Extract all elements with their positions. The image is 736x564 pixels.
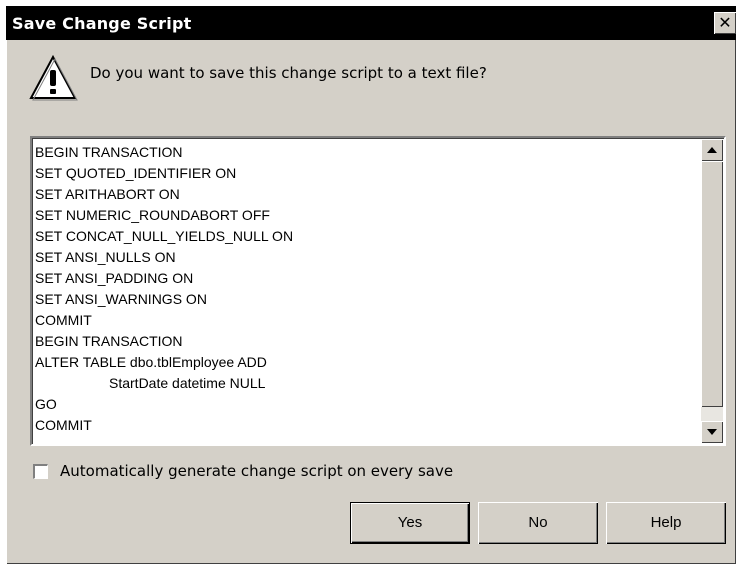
warning-icon [28,54,78,102]
script-line: COMMIT [35,417,92,433]
script-line: BEGIN TRANSACTION [35,333,183,349]
script-line: SET ANSI_WARNINGS ON [35,291,207,307]
scroll-up-button[interactable] [701,139,723,161]
script-line: BEGIN TRANSACTION [35,144,183,160]
no-button[interactable]: No [478,502,598,544]
script-line: StartDate datetime NULL [109,375,266,391]
auto-generate-checkbox[interactable] [33,464,48,479]
script-line: SET QUOTED_IDENTIFIER ON [35,165,237,181]
yes-button[interactable]: Yes [350,502,470,544]
script-line: SET ARITHABORT ON [35,186,180,202]
change-script-textbox[interactable]: BEGIN TRANSACTION SET QUOTED_IDENTIFIER … [30,136,726,446]
help-button[interactable]: Help [606,502,726,544]
question-text: Do you want to save this change script t… [90,64,487,82]
close-icon: ✕ [718,13,732,32]
script-line: SET ANSI_NULLS ON [35,249,176,265]
script-line: SET NUMERIC_ROUNDABORT OFF [35,207,270,223]
title-bar[interactable]: Save Change Script ✕ [6,6,736,40]
script-line: GO [35,396,57,412]
script-lines: BEGIN TRANSACTION SET QUOTED_IDENTIFIER … [35,142,700,440]
dialog-title: Save Change Script [12,14,192,33]
scroll-thumb[interactable] [701,161,723,407]
save-change-script-dialog: Save Change Script ✕ Do you want to save… [6,6,736,564]
script-line: COMMIT [35,312,92,328]
arrow-down-icon [707,429,717,435]
arrow-up-icon [707,147,717,153]
vertical-scrollbar[interactable] [701,139,723,443]
script-line: SET CONCAT_NULL_YIELDS_NULL ON [35,228,294,244]
script-line: ALTER TABLE dbo.tblEmployee ADD [35,354,267,370]
close-button[interactable]: ✕ [714,12,736,34]
auto-generate-label[interactable]: Automatically generate change script on … [60,462,453,480]
script-line: SET ANSI_PADDING ON [35,270,194,286]
scroll-down-button[interactable] [701,421,723,443]
